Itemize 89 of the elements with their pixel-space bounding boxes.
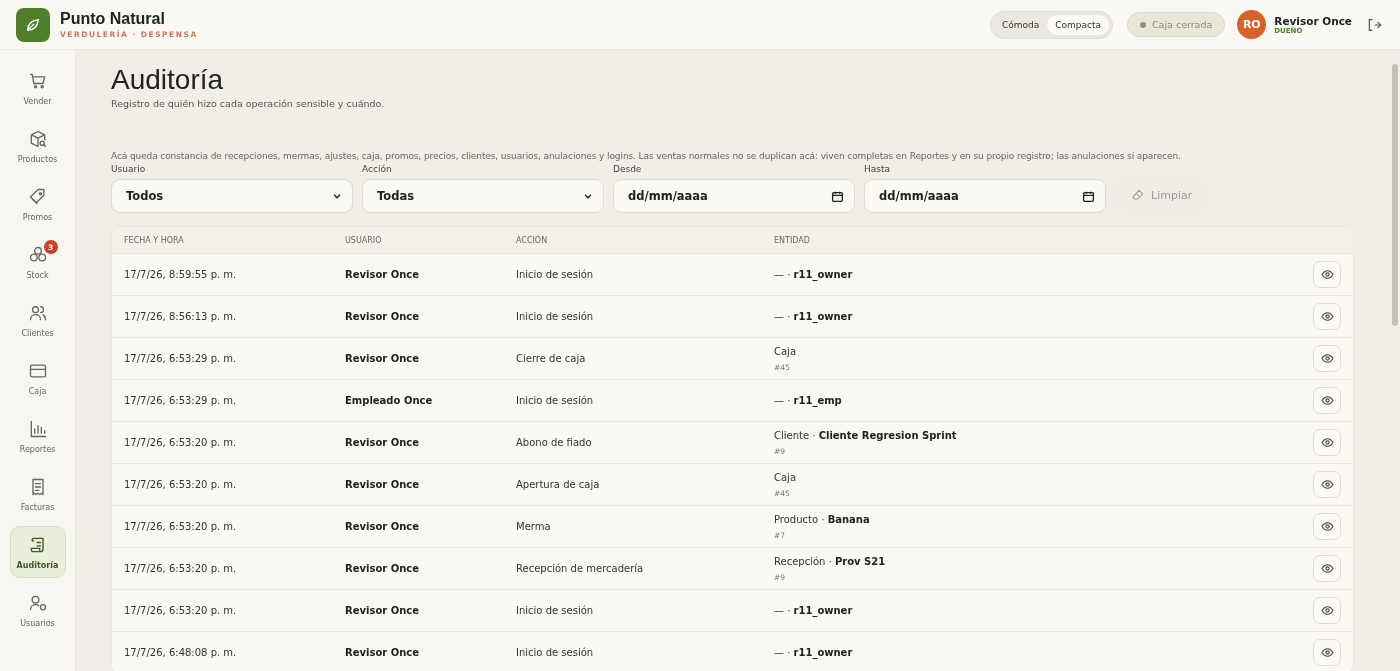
table-cell-text: Inicio de sesión: [515, 269, 595, 280]
table-cell-text: Revisor Once: [344, 563, 420, 574]
page-title: Auditoría: [111, 64, 225, 96]
tag-icon: [27, 186, 48, 207]
table-cell-text: 17/7/26, 6:53:20 p. m.: [123, 479, 238, 490]
table-cell-text: Caja: [774, 345, 798, 357]
nav-item[interactable]: Clientes: [9, 294, 66, 346]
table-cell-text: Cliente · Cliente Regresion Sprint: [774, 429, 958, 441]
nav-item[interactable]: Usuarios: [9, 584, 66, 636]
page-subtitle: Registro de quién hizo cada operación sensible y cuándo.: [111, 98, 386, 109]
table-cell-text: — · r11_owner: [774, 311, 854, 322]
nav-item[interactable]: Facturas: [9, 468, 66, 520]
date-field[interactable]: dd/mm/aaaa: [864, 179, 1106, 213]
table-cell-text: Empleado Once: [344, 395, 434, 406]
view-icon[interactable]: [1313, 261, 1341, 288]
brand-name: Punto Natural: [60, 10, 166, 28]
table-cell-text: Revisor Once: [344, 311, 420, 322]
view-icon[interactable]: [1313, 597, 1341, 624]
user-avatar[interactable]: RO: [1237, 10, 1267, 39]
nav-item[interactable]: Caja: [9, 352, 66, 404]
date-field[interactable]: dd/mm/aaaa: [613, 179, 855, 213]
table-cell-text: — · r11_owner: [774, 605, 854, 616]
view-icon[interactable]: [1313, 345, 1341, 372]
column-header: ACCIÓN: [515, 235, 549, 245]
table-cell-text: Revisor Once: [344, 269, 420, 280]
calendar-icon: [1082, 189, 1095, 203]
table-cell-text: Inicio de sesión: [515, 605, 595, 616]
view-icon[interactable]: [1313, 429, 1341, 456]
table-cell-text: Apertura de caja: [515, 479, 601, 490]
density-option[interactable]: Compacta: [1047, 14, 1109, 35]
view-icon[interactable]: [1313, 513, 1341, 540]
table-cell-text: Revisor Once: [344, 521, 420, 532]
column-header: FECHA Y HORA: [123, 235, 185, 245]
table-cell-text: — · r11_owner: [774, 269, 854, 280]
table-cell-text: Inicio de sesión: [515, 311, 595, 322]
cash-status-label: Caja cerrada: [1151, 19, 1213, 30]
chevron-down-icon: [332, 191, 342, 201]
density-option[interactable]: Cómoda: [993, 14, 1048, 35]
table-cell-text: Recepción · Prov S21: [774, 555, 887, 567]
select-field[interactable]: Todas: [362, 179, 604, 213]
chevron-down-icon: [583, 191, 593, 201]
column-header: USUARIO: [344, 235, 383, 245]
table-cell-text: — · r11_owner: [774, 647, 854, 658]
page-description: Acá queda constancia de recepciones, mermas, ajustes, caja, promos, precios, clientes, usuarios, anulaciones y logins. Las ventas normales no se duplican acá: viven completas en Reportes y en su propio registro; las anulaciones sí aparecen.: [111, 151, 1182, 161]
filter-label: Acción: [362, 164, 393, 174]
nav-item[interactable]: Auditoría: [9, 526, 66, 578]
filter-label: Hasta: [864, 164, 891, 174]
nav-item[interactable]: Productos: [9, 120, 66, 172]
table-cell-text: 17/7/26, 6:53:20 p. m.: [123, 521, 238, 532]
table-cell-text: Abono de fiado: [515, 437, 593, 448]
table-cell-text: Recepción de mercadería: [515, 563, 645, 574]
table-cell-text: 17/7/26, 6:53:29 p. m.: [123, 395, 238, 406]
view-icon[interactable]: [1313, 387, 1341, 414]
table-cell-text: Revisor Once: [344, 647, 420, 658]
table-cell-text: Caja: [774, 471, 798, 483]
table-cell-text: Revisor Once: [344, 437, 420, 448]
table-cell-text: 17/7/26, 6:53:20 p. m.: [123, 563, 238, 574]
select-field[interactable]: Todos: [111, 179, 353, 213]
table-cell-text: — · r11_emp: [774, 395, 843, 406]
table-cell-text: 17/7/26, 6:53:20 p. m.: [123, 437, 238, 448]
table-cell-text: 17/7/26, 6:53:29 p. m.: [123, 353, 238, 364]
view-icon[interactable]: [1313, 555, 1341, 582]
cash-status-pill[interactable]: Caja cerrada: [1126, 12, 1226, 37]
table-cell-text: 17/7/26, 6:48:08 p. m.: [123, 647, 238, 658]
filter-label: Desde: [613, 164, 643, 174]
table-cell-text: Producto · Banana: [774, 513, 871, 525]
calendar-icon: [831, 189, 844, 203]
user-name: Revisor Once: [1274, 14, 1352, 27]
leaf-logo-icon: [16, 7, 50, 42]
column-header: ENTIDAD: [773, 235, 811, 245]
nav-item[interactable]: Reportes: [9, 410, 66, 462]
status-dot-icon: [1139, 21, 1146, 28]
table-cell-text: Merma: [515, 521, 552, 532]
table-cell-text: Revisor Once: [344, 479, 420, 490]
view-icon[interactable]: [1313, 471, 1341, 498]
table-cell-text: Revisor Once: [344, 353, 420, 364]
table-cell-text: Cierre de caja: [515, 353, 587, 364]
table-cell-text: 17/7/26, 8:59:55 p. m.: [123, 269, 238, 280]
table-cell-text: 17/7/26, 8:56:13 p. m.: [123, 311, 238, 322]
filter-label: Usuario: [111, 164, 147, 174]
table-cell-text: 17/7/26, 6:53:20 p. m.: [123, 605, 238, 616]
eraser-icon: [1131, 188, 1145, 202]
nav-item[interactable]: Vender: [9, 62, 66, 114]
table-cell-text: Inicio de sesión: [515, 395, 595, 406]
view-icon[interactable]: [1313, 639, 1341, 666]
table-cell-text: Revisor Once: [344, 605, 420, 616]
view-icon[interactable]: [1313, 303, 1341, 330]
table-cell-text: Inicio de sesión: [515, 647, 595, 658]
nav-item[interactable]: Promos: [9, 178, 66, 230]
